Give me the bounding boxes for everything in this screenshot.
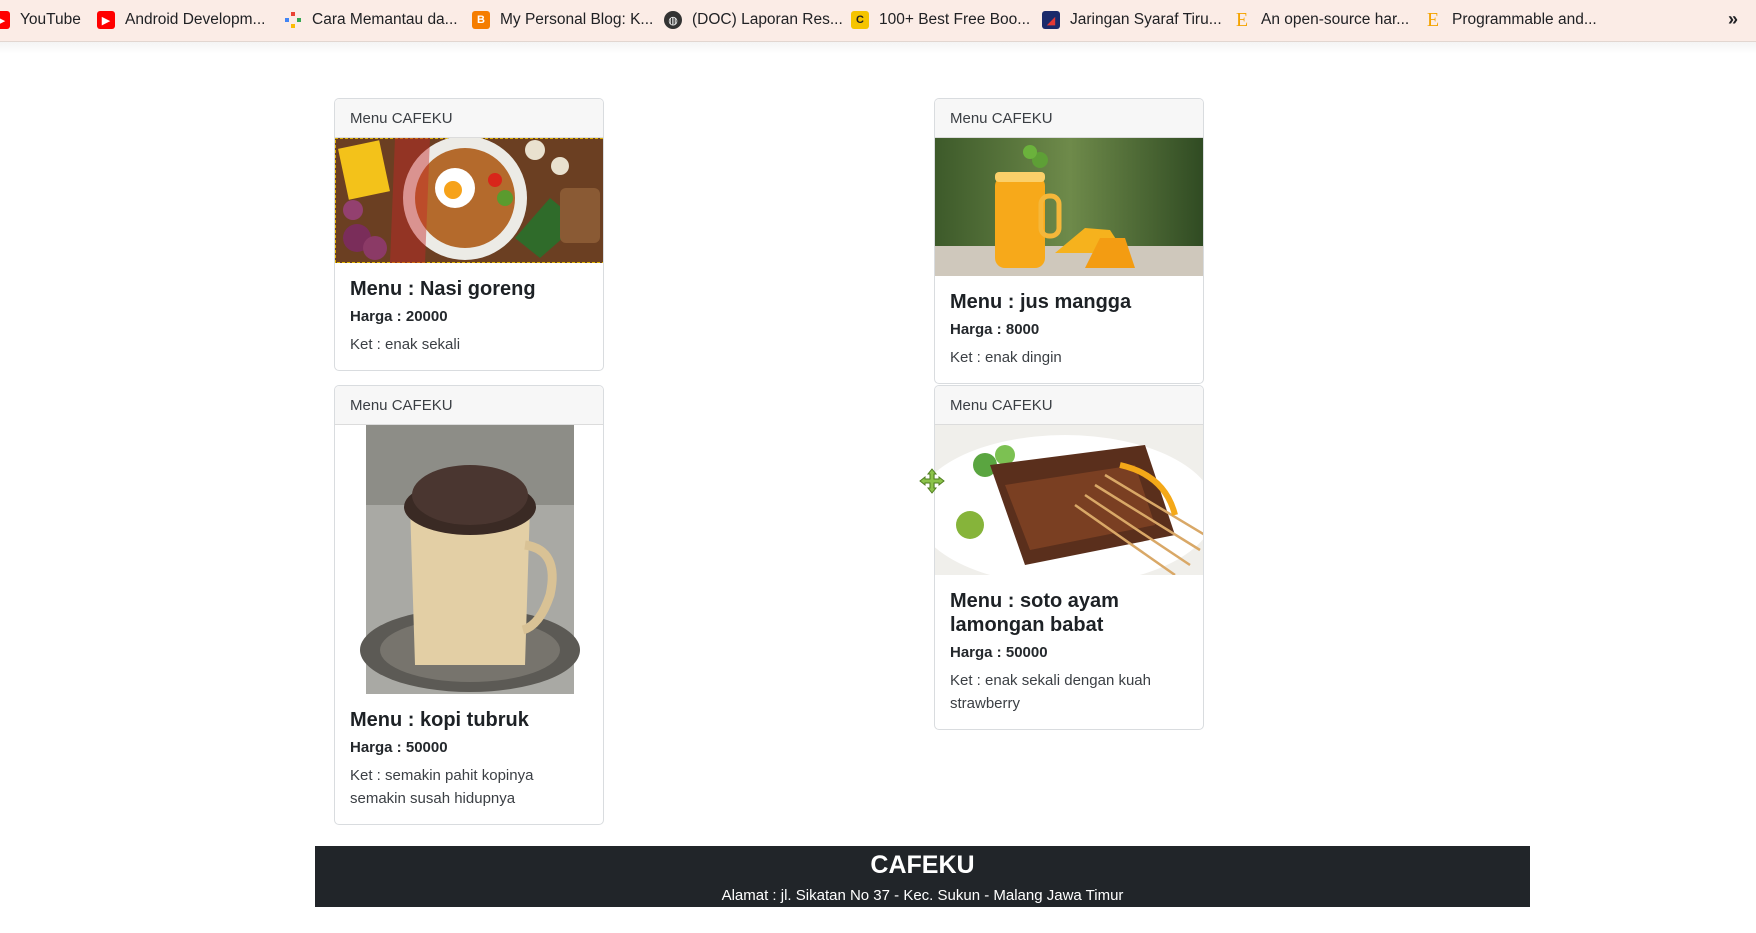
menu-card-soto-ayam: Menu CAFEKU Menu : soto ayam lamongan ba… (934, 385, 1204, 730)
menu-card-jus-mangga: Menu CAFEKU Menu : jus mangga Harga : 80… (934, 98, 1204, 384)
nasi-goreng-photo (335, 138, 603, 263)
card-description: Ket : semakin pahit kopinya semakin susa… (350, 767, 534, 807)
move-cursor-icon (919, 468, 945, 494)
card-price: Harga : 50000 (950, 644, 1048, 661)
sate-photo (935, 425, 1203, 575)
jus-mangga-photo (935, 138, 1203, 276)
card-price: Harga : 20000 (350, 308, 448, 325)
c-logo-icon: C (851, 11, 869, 29)
card-description: Ket : enak sekali dengan kuah strawberry (950, 672, 1151, 712)
footer-address: Alamat : jl. Sikatan No 37 - Kec. Sukun … (721, 887, 1124, 904)
bookmark-label: YouTube (20, 11, 81, 28)
card-title: Menu : Nasi goreng (350, 278, 536, 300)
menu-card-kopi-tubruk: Menu CAFEKU Menu : kopi tubruk Harga : 5… (334, 385, 604, 825)
bookmark-cara-memantau[interactable]: Cara Memantau da... (284, 8, 458, 32)
bookmarks-bar: ▶ YouTube ▶ Android Developm... Cara Mem… (0, 0, 1756, 42)
bookmark-label: Programmable and... (1452, 11, 1597, 28)
bookmark-label: (DOC) Laporan Res... (692, 11, 843, 28)
youtube-icon: ▶ (97, 11, 115, 29)
page-top-shadow (0, 42, 1756, 54)
bookmark-label: Jaringan Syaraf Tiru... (1070, 11, 1222, 28)
card-price: Harga : 50000 (350, 739, 448, 756)
bookmark-label: Cara Memantau da... (312, 11, 458, 28)
bookmark-label: 100+ Best Free Boo... (879, 11, 1031, 28)
globe-icon: ◍ (664, 11, 682, 29)
bookmark-label: My Personal Blog: K... (500, 11, 654, 28)
bookmark-label: Android Developm... (125, 11, 266, 28)
bookmark-android-developm[interactable]: ▶ Android Developm... (97, 8, 265, 32)
more-bookmarks-button[interactable]: » (1728, 9, 1738, 30)
bookmark-programmable[interactable]: E Programmable and... (1424, 8, 1597, 32)
bookmark-label: An open-source har... (1261, 11, 1410, 28)
card-header: Menu CAFEKU (335, 99, 603, 138)
footer-title: CAFEKU (870, 851, 975, 879)
bookmark-best-free-books[interactable]: C 100+ Best Free Boo... (851, 8, 1030, 32)
bookmark-youtube[interactable]: ▶ YouTube (0, 8, 81, 32)
card-description: Ket : enak sekali (350, 336, 461, 353)
card-title: Menu : kopi tubruk (350, 709, 529, 731)
card-header: Menu CAFEKU (935, 386, 1203, 425)
bookmark-open-source-hardware[interactable]: E An open-source har... (1233, 8, 1409, 32)
card-title: Menu : jus mangga (950, 291, 1132, 313)
e-logo-icon: E (1235, 8, 1249, 31)
blogger-icon: B (472, 11, 490, 29)
card-description: Ket : enak dingin (950, 349, 1062, 366)
site-footer: CAFEKU Alamat : jl. Sikatan No 37 - Kec.… (315, 846, 1530, 907)
menu-card-nasi-goreng: Menu CAFEKU Menu : Nasi goreng Harga : 2… (334, 98, 604, 371)
diamond-icon (284, 11, 302, 29)
bookmark-doc-laporan[interactable]: ◍ (DOC) Laporan Res... (664, 8, 843, 32)
bookmark-my-personal-blog[interactable]: B My Personal Blog: K... (472, 8, 653, 32)
card-title: Menu : soto ayam lamongan babat (950, 590, 1119, 636)
site-logo-icon: ◢ (1042, 11, 1060, 29)
card-header: Menu CAFEKU (935, 99, 1203, 138)
e-logo-icon: E (1426, 8, 1440, 31)
bookmark-jaringan-syaraf[interactable]: ◢ Jaringan Syaraf Tiru... (1042, 8, 1222, 32)
youtube-icon: ▶ (0, 11, 10, 29)
card-price: Harga : 8000 (950, 321, 1040, 338)
kopi-tubruk-photo (335, 425, 603, 694)
card-header: Menu CAFEKU (335, 386, 603, 425)
